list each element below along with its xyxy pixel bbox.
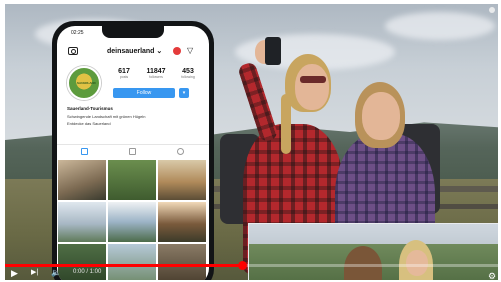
player-controls: ▶ ▶| 🔈 0:00 / 1:00 ⚙ — [5, 266, 498, 281]
time-display: 0:00 / 1:00 — [73, 269, 102, 275]
cloud — [385, 12, 495, 40]
post-thumbnail[interactable] — [158, 160, 206, 200]
profile-username[interactable]: deinsauerland ⌄ — [107, 47, 162, 55]
follow-button[interactable]: Follow — [113, 88, 175, 98]
instagram-profile-screen: 02:25 deinsauerland ⌄ ▽ SAUERLAND 617 po… — [57, 26, 209, 280]
post-thumbnail[interactable] — [158, 202, 206, 242]
reels-tab-icon[interactable] — [129, 148, 136, 155]
bio-line: Entdecke das Sauerland — [67, 121, 111, 126]
status-time: 02:25 — [71, 30, 84, 36]
settings-icon[interactable]: ⚙ — [488, 272, 497, 281]
grid-tab-icon[interactable] — [81, 148, 88, 155]
avatar[interactable]: SAUERLAND — [67, 66, 101, 100]
profile-header: deinsauerland ⌄ ▽ — [57, 45, 209, 59]
stat-posts[interactable]: 617 posts — [109, 68, 139, 79]
stat-following[interactable]: 453 following — [173, 68, 203, 79]
info-icon[interactable] — [489, 7, 495, 13]
camera-icon[interactable] — [68, 47, 78, 55]
play-icon[interactable]: ▶ — [11, 268, 18, 278]
selfie-phone — [265, 37, 281, 65]
post-thumbnail[interactable] — [58, 202, 106, 242]
tagged-tab-icon[interactable] — [177, 148, 184, 155]
follow-options-button[interactable]: ▾ — [179, 88, 189, 98]
notification-icon[interactable] — [173, 47, 181, 55]
sunglasses — [300, 76, 326, 83]
post-thumbnail[interactable] — [108, 202, 156, 242]
phone-mockup: 02:25 deinsauerland ⌄ ▽ SAUERLAND 617 po… — [52, 21, 214, 280]
post-thumbnail[interactable] — [58, 160, 106, 200]
phone-notch — [102, 26, 164, 38]
profile-tabs — [57, 144, 209, 156]
send-icon[interactable]: ▽ — [187, 46, 193, 55]
volume-icon[interactable]: 🔈 — [51, 268, 61, 278]
next-icon[interactable]: ▶| — [31, 268, 38, 278]
stat-followers[interactable]: 11847 followers — [141, 68, 171, 79]
chevron-down-icon: ⌄ — [156, 48, 163, 55]
bio-name: Sauerland-Tourismus — [67, 106, 113, 111]
bio-line: Schwingende Landschaft mit grünen Hügeln — [67, 114, 146, 119]
post-thumbnail[interactable] — [108, 160, 156, 200]
video-player[interactable]: 02:25 deinsauerland ⌄ ▽ SAUERLAND 617 po… — [5, 4, 498, 280]
